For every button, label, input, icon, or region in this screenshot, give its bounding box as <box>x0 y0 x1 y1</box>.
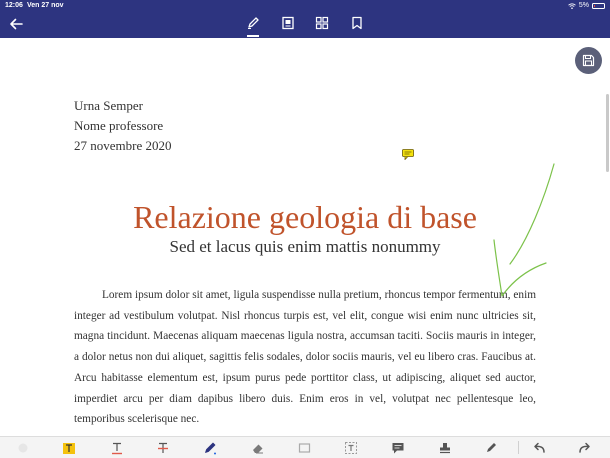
color-swatch-icon[interactable] <box>16 441 30 455</box>
shape-icon[interactable] <box>298 441 312 455</box>
status-bar: 12:06 Ven 27 nov 5% <box>0 0 610 11</box>
strikethrough-text-icon[interactable] <box>156 441 170 455</box>
document-body: Lorem ipsum dolor sit amet, ligula suspe… <box>74 285 536 430</box>
text-box-icon[interactable] <box>344 441 358 455</box>
redo-icon[interactable] <box>578 441 592 455</box>
status-date: Ven 27 nov <box>27 2 64 9</box>
status-indicators: 5% <box>568 0 605 11</box>
toolbar-divider <box>518 441 519 454</box>
comment-icon[interactable] <box>391 441 405 455</box>
battery-percent: 5% <box>578 2 589 9</box>
save-icon <box>582 54 595 67</box>
note-annotation-icon[interactable] <box>402 149 414 160</box>
document-header: Urna Semper Nome professore 27 novembre … <box>74 96 171 156</box>
pen-draw-icon[interactable] <box>203 441 217 455</box>
pen-icon[interactable] <box>246 16 260 30</box>
wifi-icon <box>568 2 576 9</box>
signature-pen-icon[interactable] <box>484 441 498 455</box>
undo-icon[interactable] <box>532 441 546 455</box>
annotation-toolbar <box>0 436 610 458</box>
battery-icon <box>592 2 605 9</box>
active-tool-indicator <box>247 35 259 37</box>
save-button[interactable] <box>575 47 602 74</box>
app-toolbar <box>0 11 610 38</box>
grid-icon[interactable] <box>315 16 329 30</box>
ink-arrow-annotation[interactable] <box>488 160 558 300</box>
back-arrow-icon[interactable] <box>8 16 24 32</box>
stamp-icon[interactable] <box>438 441 452 455</box>
underline-text-icon[interactable] <box>110 441 124 455</box>
highlight-text-icon[interactable] <box>62 441 76 455</box>
status-time: 12:06 <box>5 2 23 9</box>
bookmark-icon[interactable] <box>350 16 364 30</box>
eraser-icon[interactable] <box>251 441 265 455</box>
body-paragraph: Lorem ipsum dolor sit amet, ligula suspe… <box>74 289 536 426</box>
author-name: Urna Semper <box>74 98 143 113</box>
vertical-scrollbar[interactable] <box>606 94 609 172</box>
document-view-icon[interactable] <box>281 16 295 30</box>
document-date: 27 novembre 2020 <box>74 138 172 153</box>
professor-name: Nome professore <box>74 118 164 133</box>
